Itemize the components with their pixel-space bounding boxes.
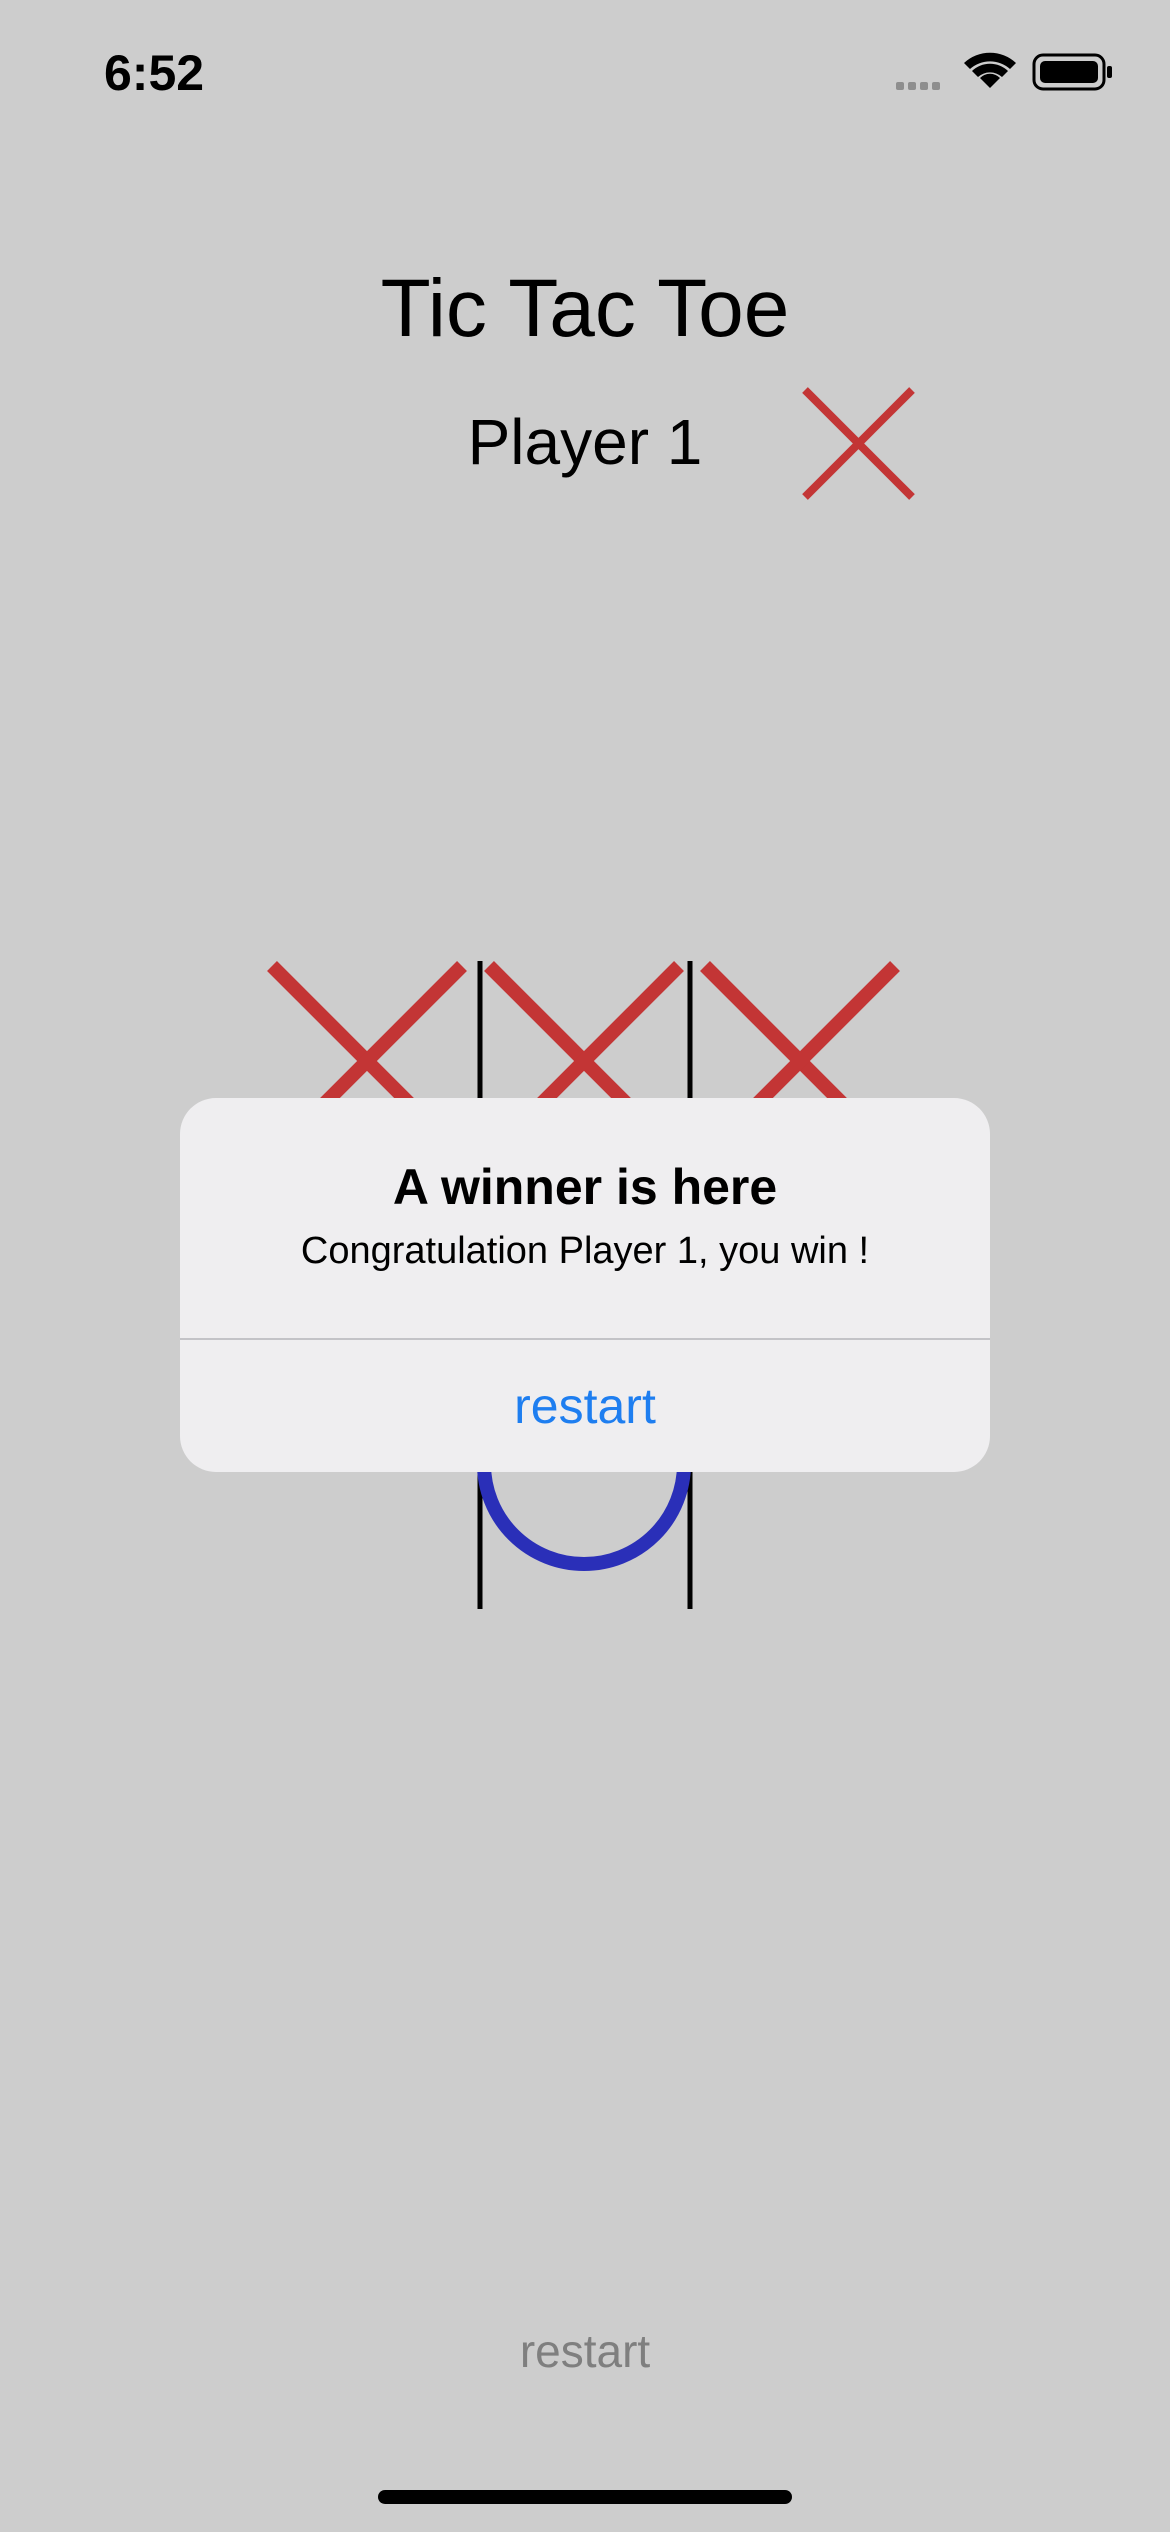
alert-restart-button[interactable]: restart [180,1340,990,1472]
home-indicator [378,2490,792,2504]
alert-title: A winner is here [392,1159,778,1215]
alert-message: Congratulation Player 1, you win ! [300,1230,870,1272]
winner-alert: A winner is here Congratulation Player 1… [180,1098,990,1472]
restart-button[interactable]: restart [0,2324,1170,2378]
